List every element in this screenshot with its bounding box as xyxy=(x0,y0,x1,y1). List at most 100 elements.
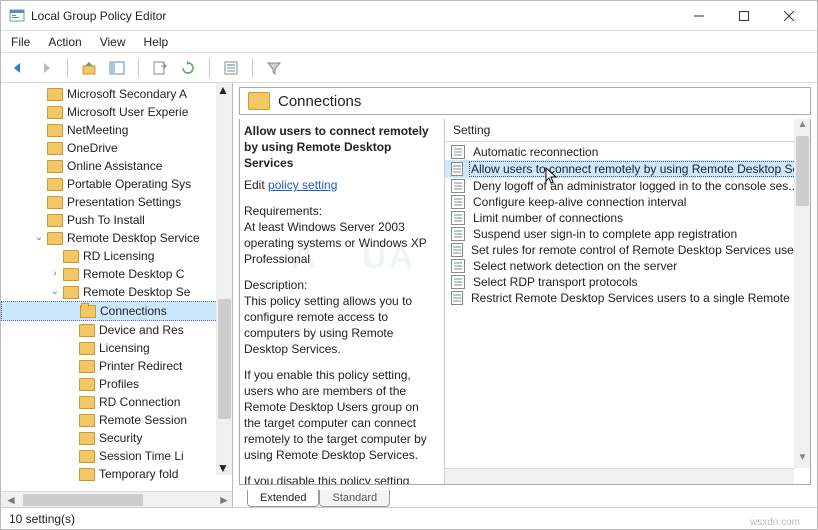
setting-row[interactable]: Select network detection on the server xyxy=(445,258,810,274)
tree-item[interactable]: Printer Redirect xyxy=(1,357,232,375)
tree-item[interactable]: RD Licensing xyxy=(1,247,232,265)
tree-item[interactable]: Temporary fold xyxy=(1,465,232,483)
setting-label: Limit number of connections xyxy=(471,211,625,225)
setting-row[interactable]: Limit number of connections xyxy=(445,210,810,226)
tree-vertical-scrollbar[interactable]: ▲ ▼ xyxy=(216,83,232,475)
tree-item-label: RD Licensing xyxy=(83,247,154,265)
tree-item[interactable]: OneDrive xyxy=(1,139,232,157)
tree-item-label: Printer Redirect xyxy=(99,357,182,375)
setting-row[interactable]: Select RDP transport protocols xyxy=(445,274,810,290)
setting-row[interactable]: Deny logoff of an administrator logged i… xyxy=(445,178,810,194)
tree-item-label: Remote Session xyxy=(99,411,187,429)
tree-item-label: Remote Desktop Service xyxy=(67,229,200,247)
tab-extended[interactable]: Extended xyxy=(247,490,319,507)
tree-item-label: Profiles xyxy=(99,375,139,393)
settings-list-pane: Setting Automatic reconnectionAllow user… xyxy=(445,119,810,484)
menu-action[interactable]: Action xyxy=(48,35,81,49)
up-button[interactable] xyxy=(78,57,100,79)
policy-icon xyxy=(451,291,463,305)
expand-icon[interactable]: › xyxy=(49,265,61,283)
tree-item[interactable]: Portable Operating Sys xyxy=(1,175,232,193)
tab-standard[interactable]: Standard xyxy=(319,490,390,507)
header-title: Connections xyxy=(278,93,361,110)
folder-icon xyxy=(79,414,95,427)
folder-icon xyxy=(63,268,79,281)
tree-horizontal-scrollbar[interactable]: ◄ ► xyxy=(1,491,232,507)
tree-item[interactable]: Remote Session xyxy=(1,411,232,429)
collapse-icon[interactable]: ⌄ xyxy=(33,229,45,247)
description-body-2: If you enable this policy setting, users… xyxy=(244,367,436,463)
requirements-body: At least Windows Server 2003 operating s… xyxy=(244,219,436,267)
tree-item[interactable]: RD Connection xyxy=(1,393,232,411)
tree-item[interactable]: Presentation Settings xyxy=(1,193,232,211)
tree-item[interactable]: Microsoft User Experie xyxy=(1,103,232,121)
policy-tree[interactable]: Microsoft Secondary AMicrosoft User Expe… xyxy=(1,83,232,485)
list-header-setting[interactable]: Setting xyxy=(445,119,810,142)
list-vertical-scrollbar[interactable]: ▲▼ xyxy=(794,119,810,468)
collapse-icon[interactable]: ⌄ xyxy=(49,283,61,301)
tree-item[interactable]: NetMeeting xyxy=(1,121,232,139)
forward-button[interactable] xyxy=(35,57,57,79)
tree-item[interactable]: Profiles xyxy=(1,375,232,393)
tree-item-label: Online Assistance xyxy=(67,157,162,175)
setting-label: Set rules for remote control of Remote D… xyxy=(469,243,806,257)
setting-label: Select network detection on the server xyxy=(471,259,679,273)
split-pane: Allow users to connect remotely by using… xyxy=(239,119,811,485)
tree-item-label: Remote Desktop C xyxy=(83,265,184,283)
tree-item[interactable]: Microsoft Secondary A xyxy=(1,85,232,103)
tree-item-label: Remote Desktop Se xyxy=(83,283,190,301)
folder-icon xyxy=(47,178,63,191)
show-hide-tree-button[interactable] xyxy=(106,57,128,79)
setting-row[interactable]: Restrict Remote Desktop Services users t… xyxy=(445,290,810,306)
setting-row[interactable]: Allow users to connect remotely by using… xyxy=(445,160,810,178)
window-title: Local Group Policy Editor xyxy=(31,9,676,23)
export-button[interactable] xyxy=(149,57,171,79)
maximize-button[interactable] xyxy=(721,2,766,30)
policy-icon xyxy=(451,145,465,159)
folder-icon xyxy=(79,360,95,373)
setting-row[interactable]: Configure keep-alive connection interval xyxy=(445,194,810,210)
tree-item[interactable]: Push To Install xyxy=(1,211,232,229)
tree-item[interactable]: Licensing xyxy=(1,339,232,357)
folder-icon xyxy=(47,160,63,173)
setting-row[interactable]: Automatic reconnection xyxy=(445,144,810,160)
policy-icon xyxy=(451,179,465,193)
list-horizontal-scrollbar[interactable] xyxy=(445,468,794,484)
tree-item-label: Push To Install xyxy=(67,211,145,229)
menu-file[interactable]: File xyxy=(11,35,30,49)
tree-item-label: Connections xyxy=(100,302,167,320)
folder-icon xyxy=(79,432,95,445)
minimize-button[interactable] xyxy=(676,2,721,30)
properties-button[interactable] xyxy=(220,57,242,79)
menu-bar: File Action View Help xyxy=(1,31,817,53)
tree-item[interactable]: Device and Res xyxy=(1,321,232,339)
tree-item[interactable]: Session Time Li xyxy=(1,447,232,465)
setting-row[interactable]: Suspend user sign-in to complete app reg… xyxy=(445,226,810,242)
folder-icon xyxy=(47,196,63,209)
tree-item[interactable]: ⌄ Remote Desktop Se xyxy=(1,283,232,301)
folder-icon xyxy=(79,324,95,337)
tree-item[interactable]: Security xyxy=(1,429,232,447)
close-button[interactable] xyxy=(766,2,811,30)
tree-item[interactable]: ⌄ Remote Desktop Service xyxy=(1,229,232,247)
tree-item-label: NetMeeting xyxy=(67,121,128,139)
tree-item[interactable]: › Remote Desktop C xyxy=(1,265,232,283)
filter-button[interactable] xyxy=(263,57,285,79)
folder-icon xyxy=(47,232,63,245)
folder-icon xyxy=(63,286,79,299)
tree-item[interactable]: Connections xyxy=(1,301,232,321)
description-pane: Allow users to connect remotely by using… xyxy=(240,119,445,484)
menu-help[interactable]: Help xyxy=(144,35,169,49)
setting-label: Deny logoff of an administrator logged i… xyxy=(471,179,800,193)
folder-icon xyxy=(79,468,95,481)
setting-row[interactable]: Set rules for remote control of Remote D… xyxy=(445,242,810,258)
tree-item[interactable]: Online Assistance xyxy=(1,157,232,175)
refresh-button[interactable] xyxy=(177,57,199,79)
tree-item-label: Microsoft User Experie xyxy=(67,103,188,121)
setting-label: Suspend user sign-in to complete app reg… xyxy=(471,227,739,241)
menu-view[interactable]: View xyxy=(100,35,126,49)
edit-policy-link[interactable]: policy setting xyxy=(268,178,337,192)
back-button[interactable] xyxy=(7,57,29,79)
settings-list[interactable]: Automatic reconnectionAllow users to con… xyxy=(445,142,810,484)
tree-item-label: Microsoft Secondary A xyxy=(67,85,187,103)
